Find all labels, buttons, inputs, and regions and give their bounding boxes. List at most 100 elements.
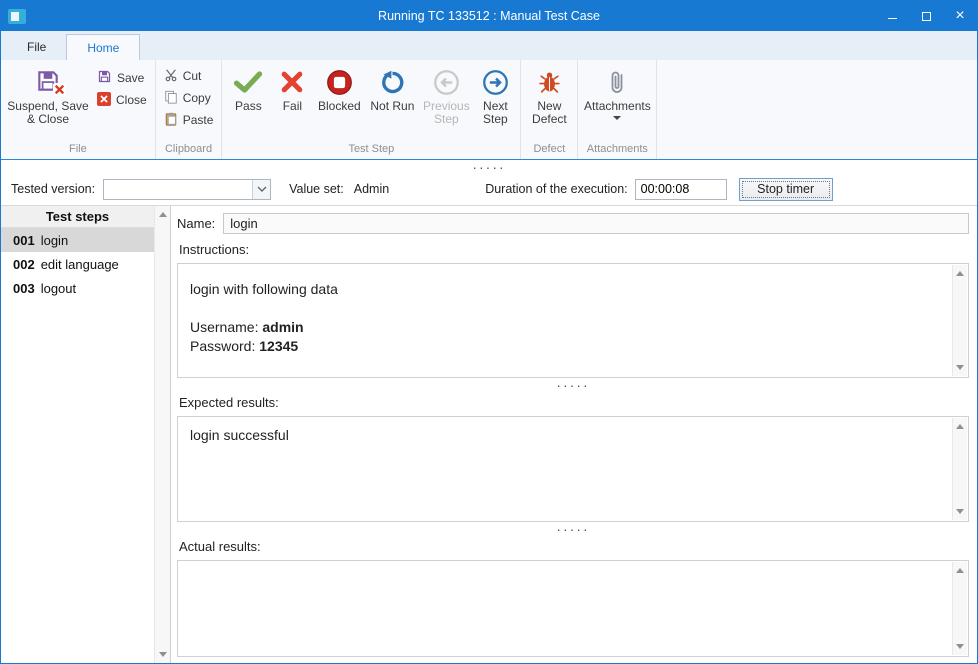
scroll-down-icon[interactable] — [956, 365, 964, 370]
scroll-up-icon[interactable] — [956, 424, 964, 429]
tab-file[interactable]: File — [7, 34, 66, 60]
attachments-button[interactable]: Attachments — [581, 60, 653, 120]
name-field[interactable] — [223, 213, 969, 234]
duration-label: Duration of the execution: — [485, 182, 627, 196]
instructions-scrollbar[interactable] — [952, 265, 967, 376]
scroll-up-icon[interactable] — [956, 568, 964, 573]
scroll-up-icon[interactable] — [159, 212, 167, 217]
group-label-file: File — [4, 141, 152, 159]
tested-version-combo[interactable] — [103, 179, 271, 200]
minimize-icon — [888, 18, 897, 19]
window-title: Running TC 133512 : Manual Test Case — [1, 9, 977, 23]
paste-button[interactable]: Paste — [159, 109, 219, 131]
scroll-down-icon[interactable] — [956, 509, 964, 514]
next-step-button[interactable]: Next Step — [473, 60, 517, 126]
test-steps-list: Test steps 001 login 002 edit language 0… — [1, 206, 154, 663]
ribbon-group-clipboard: Cut Copy Paste Clipboard — [156, 60, 223, 159]
group-label-attachments: Attachments — [581, 141, 653, 159]
paste-icon — [164, 112, 178, 129]
pass-button[interactable]: Pass — [225, 60, 271, 113]
test-steps-scrollbar[interactable] — [154, 206, 170, 663]
test-step-item[interactable]: 003 logout — [1, 276, 154, 300]
ribbon-collapse-grip[interactable]: ····· — [1, 160, 977, 173]
copy-icon — [164, 90, 178, 107]
scroll-down-icon[interactable] — [159, 652, 167, 657]
fail-icon — [280, 66, 304, 98]
test-step-item[interactable]: 002 edit language — [1, 252, 154, 276]
stop-timer-button[interactable]: Stop timer — [739, 178, 833, 201]
app-window: Running TC 133512 : Manual Test Case × F… — [0, 0, 978, 664]
step-detail-panel: Name: Instructions: login with following… — [171, 206, 977, 663]
splitter-expected-actual[interactable]: ····· — [177, 522, 969, 535]
duration-field[interactable] — [635, 179, 727, 200]
instructions-editor[interactable]: login with following data Username: admi… — [177, 263, 969, 378]
actual-results-scrollbar[interactable] — [952, 562, 967, 655]
tab-home[interactable]: Home — [66, 34, 140, 60]
blocked-icon — [326, 66, 353, 98]
minimize-button[interactable] — [875, 1, 909, 31]
attachments-dropdown-icon — [613, 116, 621, 120]
expected-results-scrollbar[interactable] — [952, 418, 967, 520]
maximize-button[interactable] — [909, 1, 943, 31]
expected-results-label: Expected results: — [179, 395, 969, 413]
execution-toolbar: Tested version: Value set: Admin Duratio… — [1, 173, 977, 206]
tested-version-dropdown-button[interactable] — [252, 180, 270, 199]
ribbon-group-test-step: Pass Fail Blocked Not Run Previous Step — [222, 60, 521, 159]
group-label-clipboard: Clipboard — [159, 141, 219, 159]
value-set-value: Admin — [354, 182, 389, 196]
splitter-instructions-expected[interactable]: ····· — [177, 378, 969, 391]
actual-results-label: Actual results: — [179, 539, 969, 557]
not-run-icon — [379, 66, 406, 98]
close-button[interactable]: Close — [92, 89, 152, 111]
pass-icon — [233, 66, 263, 98]
content-area: Test steps 001 login 002 edit language 0… — [1, 206, 977, 663]
save-icon — [97, 69, 112, 87]
test-steps-panel: Test steps 001 login 002 edit language 0… — [1, 206, 171, 663]
new-defect-button[interactable]: New Defect — [524, 60, 574, 126]
test-steps-header: Test steps — [1, 206, 154, 228]
fail-button[interactable]: Fail — [271, 60, 313, 113]
cut-button[interactable]: Cut — [159, 65, 219, 87]
blocked-button[interactable]: Blocked — [313, 60, 365, 113]
bug-icon — [537, 66, 562, 98]
group-label-test-step: Test Step — [225, 141, 517, 159]
instructions-line: Username: admin — [190, 318, 956, 337]
titlebar: Running TC 133512 : Manual Test Case × — [1, 1, 977, 31]
paperclip-icon — [609, 66, 625, 98]
suspend-save-icon — [34, 68, 62, 96]
scroll-up-icon[interactable] — [956, 271, 964, 276]
tested-version-label: Tested version: — [11, 182, 95, 196]
suspend-save-close-label: Suspend, Save & Close — [7, 100, 88, 126]
expected-results-text: login successful — [190, 426, 956, 445]
name-label: Name: — [177, 216, 215, 231]
suspend-save-close-button[interactable]: Suspend, Save & Close — [4, 60, 92, 126]
chevron-down-icon — [257, 186, 267, 192]
copy-button[interactable]: Copy — [159, 87, 219, 109]
previous-step-icon — [433, 66, 460, 98]
save-button[interactable]: Save — [92, 67, 152, 89]
instructions-line: login with following data — [190, 280, 956, 299]
actual-results-editor[interactable] — [177, 560, 969, 657]
close-icon — [97, 92, 111, 109]
next-step-icon — [482, 66, 509, 98]
group-label-defect: Defect — [524, 141, 574, 159]
ribbon-group-attachments: Attachments Attachments — [578, 60, 657, 159]
ribbon-group-defect: New Defect Defect — [521, 60, 578, 159]
not-run-button[interactable]: Not Run — [365, 60, 419, 113]
previous-step-button[interactable]: Previous Step — [419, 60, 473, 126]
scroll-down-icon[interactable] — [956, 644, 964, 649]
tested-version-input[interactable] — [104, 180, 252, 199]
ribbon-tab-row: File Home — [1, 31, 977, 60]
test-step-item[interactable]: 001 login — [1, 228, 154, 252]
ribbon-group-file: Suspend, Save & Close Save Close File — [1, 60, 156, 159]
window-controls: × — [875, 1, 977, 31]
ribbon: Suspend, Save & Close Save Close File — [1, 60, 977, 160]
expected-results-editor[interactable]: login successful — [177, 416, 969, 522]
instructions-label: Instructions: — [179, 242, 969, 260]
maximize-icon — [922, 12, 931, 21]
value-set-label: Value set: — [289, 182, 344, 196]
cut-icon — [164, 68, 178, 85]
instructions-line: Password: 12345 — [190, 337, 956, 356]
close-window-button[interactable]: × — [943, 1, 977, 31]
app-icon — [8, 9, 26, 24]
